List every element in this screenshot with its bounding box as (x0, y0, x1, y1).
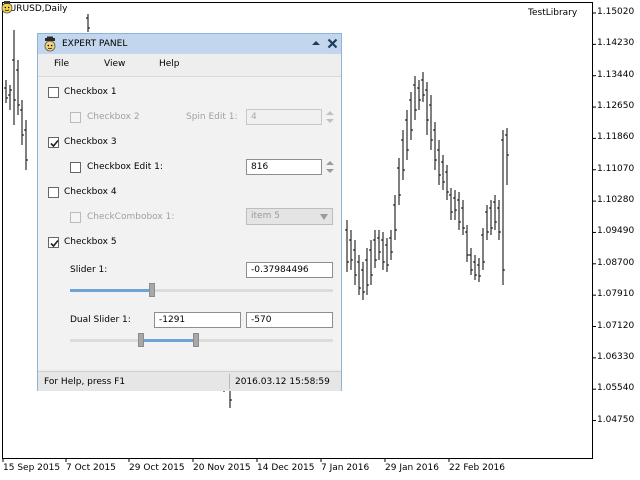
panel-caption-bar[interactable]: EXPERT PANEL (38, 34, 341, 54)
price-axis-label: 1.07120 (597, 320, 635, 331)
date-axis-label: 22 Feb 2016 (449, 463, 506, 473)
checkbox-edit-1-arrows-icon[interactable] (325, 159, 335, 175)
checkbox-2-label: Checkbox 2 (87, 112, 140, 122)
check-icon (50, 139, 59, 148)
slider-1-value-input[interactable]: -0.37984496 (246, 262, 333, 278)
menu-bar: File View Help (38, 54, 341, 77)
checkbox-4[interactable] (48, 187, 59, 198)
panel-title: EXPERT PANEL (62, 39, 128, 49)
checkbox-edit-1-checkbox[interactable] (70, 162, 81, 173)
date-axis-label: 14 Dec 2015 (257, 463, 315, 473)
checkcombobox-1-checkbox[interactable] (70, 212, 81, 223)
checkbox-4-label[interactable]: Checkbox 4 (64, 187, 117, 197)
panel-client-area: Checkbox 1 Checkbox 2 Spin Edit 1: 4 Che… (38, 77, 341, 369)
dual-slider-1-fill (141, 339, 197, 342)
checkbox-5-label[interactable]: Checkbox 5 (64, 237, 117, 247)
status-bar: For Help, press F1 2016.03.12 15:58:59 (38, 371, 341, 391)
checkcombobox-1-value: item 5 (251, 211, 280, 221)
price-axis-label: 1.15020 (597, 7, 635, 17)
check-icon (50, 239, 59, 248)
price-axis-label: 1.11070 (597, 163, 635, 174)
date-axis-label: 15 Sep 2015 (3, 463, 61, 473)
price-axis-label: 1.09490 (597, 226, 635, 237)
spin-edit-1-input[interactable]: 4 (246, 109, 322, 125)
dual-slider-1-low-thumb[interactable] (138, 333, 144, 347)
date-axis-label: 7 Oct 2015 (66, 463, 116, 473)
roll-up-icon[interactable] (311, 38, 321, 48)
menu-file[interactable]: File (54, 59, 69, 69)
checkbox-edit-1-input[interactable]: 816 (246, 159, 322, 175)
date-axis-label: 29 Jan 2016 (385, 463, 439, 473)
price-axis-label: 1.07910 (597, 289, 635, 300)
spin-edit-1-arrows-icon[interactable] (325, 109, 335, 125)
price-axis-label: 1.10280 (597, 195, 635, 206)
dual-slider-1-low-input[interactable]: -1291 (154, 312, 241, 328)
checkbox-edit-1-label[interactable]: Checkbox Edit 1: (87, 162, 163, 172)
price-axis-label: 1.04750 (597, 414, 635, 425)
checkbox-3-label[interactable]: Checkbox 3 (64, 137, 117, 147)
dual-slider-1-high-thumb[interactable] (193, 333, 200, 347)
price-axis-label: 1.14230 (597, 38, 635, 49)
checkbox-3[interactable] (48, 137, 59, 148)
status-datetime: 2016.03.12 15:58:59 (235, 377, 330, 387)
checkcombobox-1-select[interactable]: item 5 (246, 208, 333, 225)
slider-1-fill (70, 289, 152, 292)
price-axis-label: 1.08700 (597, 257, 635, 268)
date-axis-label: 7 Jan 2016 (321, 463, 370, 473)
checkbox-2[interactable] (70, 112, 81, 123)
smiley-ea-icon[interactable] (0, 0, 14, 14)
checkbox-1-label[interactable]: Checkbox 1 (64, 87, 117, 97)
price-axis-label: 1.06330 (597, 351, 635, 362)
dual-slider-1-track[interactable] (70, 339, 333, 342)
checkbox-1[interactable] (48, 87, 59, 98)
wizard-icon (44, 36, 56, 52)
price-axis-label: 1.12650 (597, 101, 635, 112)
price-axis-label: 1.05540 (597, 383, 635, 394)
slider-1-label: Slider 1: (70, 265, 108, 275)
date-axis-label: 20 Nov 2015 (193, 463, 251, 473)
dual-slider-1-high-input[interactable]: -570 (246, 312, 333, 328)
status-help-text: For Help, press F1 (44, 377, 126, 387)
price-axis-label: 1.13440 (597, 69, 635, 80)
expert-panel[interactable]: EXPERT PANEL File View Help Checkbox 1 C… (37, 33, 342, 391)
date-axis-label: 29 Oct 2015 (129, 463, 185, 473)
close-icon[interactable] (327, 38, 338, 49)
dual-slider-1-label: Dual Slider 1: (70, 315, 131, 325)
status-separator (229, 374, 230, 389)
menu-help[interactable]: Help (159, 59, 180, 69)
spin-edit-1-label: Spin Edit 1: (186, 112, 238, 122)
slider-1-thumb[interactable] (148, 283, 155, 297)
checkcombobox-1-label: CheckCombobox 1: (87, 212, 175, 222)
checkbox-5[interactable] (48, 237, 59, 248)
price-axis-label: 1.11860 (597, 132, 635, 143)
expert-name-label: TestLibrary (528, 8, 578, 18)
chevron-down-icon (320, 214, 328, 220)
menu-view[interactable]: View (104, 59, 125, 69)
